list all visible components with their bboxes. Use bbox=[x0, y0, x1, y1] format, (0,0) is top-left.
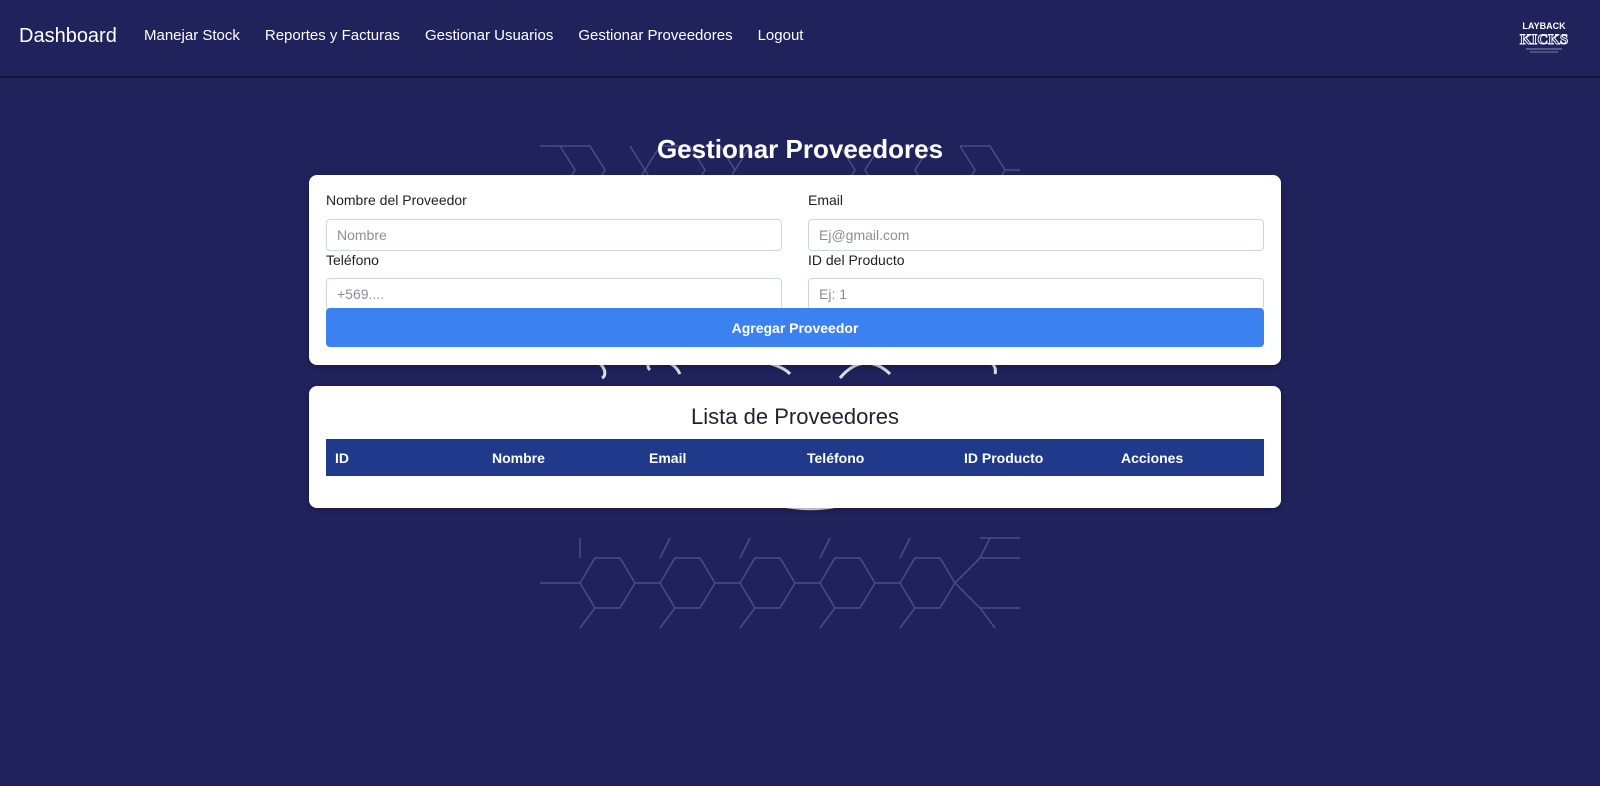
column-header-acciones: Acciones bbox=[1112, 439, 1264, 476]
supplier-name-label: Nombre del Proveedor bbox=[326, 192, 467, 208]
nav-link-gestionar-proveedores[interactable]: Gestionar Proveedores bbox=[578, 27, 732, 44]
product-id-input[interactable] bbox=[808, 278, 1264, 310]
column-header-id: ID bbox=[326, 439, 483, 476]
product-id-label: ID del Producto bbox=[808, 252, 905, 268]
supplier-list-title: Lista de Proveedores bbox=[691, 404, 899, 429]
nav-links: Manejar Stock Reportes y Facturas Gestio… bbox=[144, 27, 828, 44]
nav-link-reportes-facturas[interactable]: Reportes y Facturas bbox=[265, 27, 400, 44]
supplier-list-card: Lista de Proveedores ID Nombre Email Tel… bbox=[309, 386, 1281, 508]
svg-text:KICKS: KICKS bbox=[1520, 32, 1568, 48]
nav-link-manejar-stock[interactable]: Manejar Stock bbox=[144, 27, 240, 44]
nav-link-logout[interactable]: Logout bbox=[758, 27, 804, 44]
column-header-telefono: Teléfono bbox=[798, 439, 955, 476]
top-navbar: Dashboard Manejar Stock Reportes y Factu… bbox=[0, 0, 1600, 77]
column-header-nombre: Nombre bbox=[483, 439, 640, 476]
table-header-row: ID Nombre Email Teléfono ID Producto Acc… bbox=[326, 439, 1264, 476]
column-header-id-producto: ID Producto bbox=[955, 439, 1112, 476]
svg-text:LAYBACK: LAYBACK bbox=[1522, 21, 1566, 31]
layback-kicks-logo: LAYBACK KICKS bbox=[1519, 21, 1569, 53]
nav-link-gestionar-usuarios[interactable]: Gestionar Usuarios bbox=[425, 27, 553, 44]
email-input[interactable] bbox=[808, 219, 1264, 251]
supplier-name-input[interactable] bbox=[326, 219, 782, 251]
page-title: Gestionar Proveedores bbox=[656, 134, 944, 164]
brand-dashboard-link[interactable]: Dashboard bbox=[19, 25, 117, 48]
column-header-email: Email bbox=[640, 439, 798, 476]
email-label: Email bbox=[808, 192, 844, 208]
phone-input[interactable] bbox=[326, 278, 782, 310]
add-supplier-button[interactable]: Agregar Proveedor bbox=[326, 308, 1264, 347]
phone-label: Teléfono bbox=[326, 252, 379, 268]
supplier-table: ID Nombre Email Teléfono ID Producto Acc… bbox=[326, 439, 1264, 476]
add-supplier-form-card: Nombre del Proveedor Email Teléfono ID d… bbox=[309, 175, 1281, 365]
